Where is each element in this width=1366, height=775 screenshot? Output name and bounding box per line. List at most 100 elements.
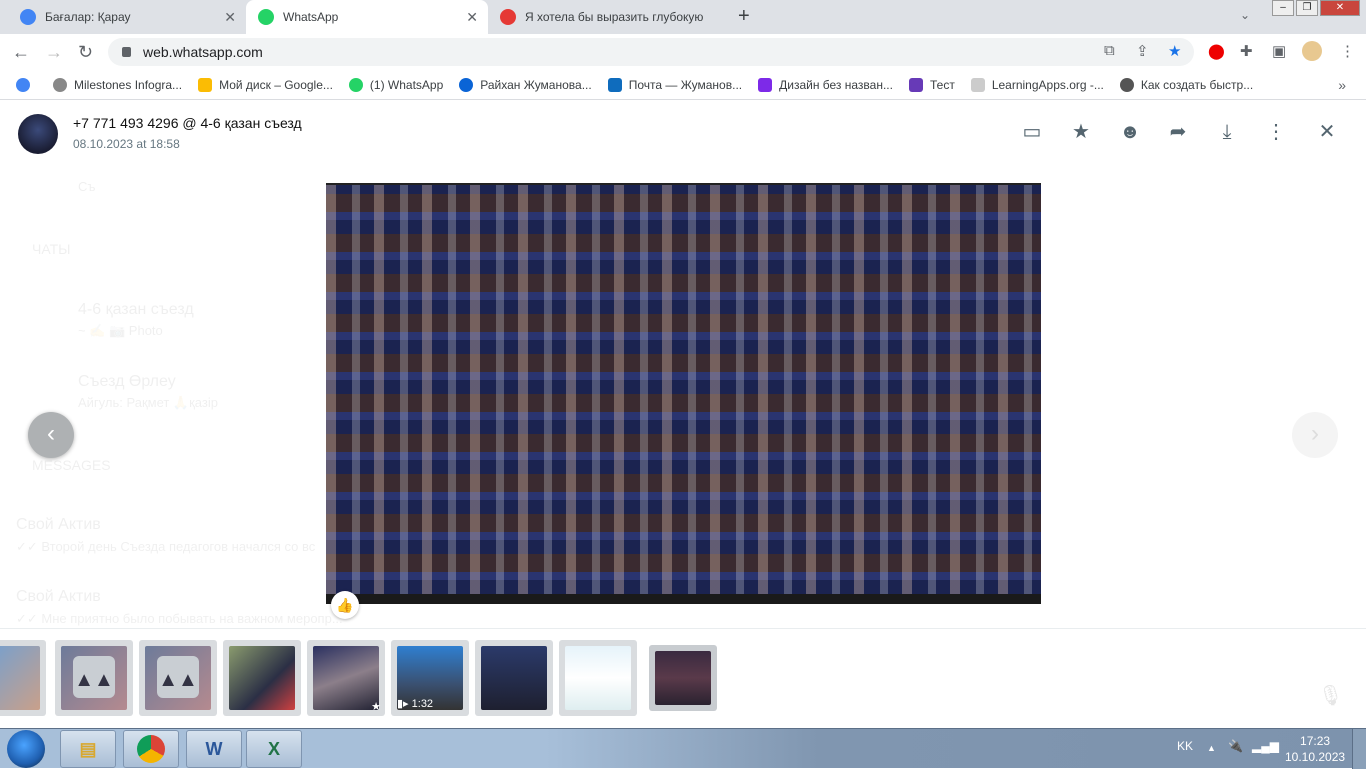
tab-bagalar[interactable]: Бағалар: Қарау ✕ — [8, 0, 246, 34]
starred-icon: ★ — [371, 701, 381, 713]
bookmark[interactable]: Milestones Infogra... — [53, 77, 183, 92]
thumbnail[interactable] — [223, 640, 301, 716]
taskbar-excel[interactable]: X — [246, 730, 302, 768]
bookmark[interactable]: Тест — [908, 77, 955, 92]
canva-icon — [758, 77, 773, 92]
reaction-badge[interactable]: 👍 — [331, 591, 359, 619]
sender-avatar[interactable] — [18, 114, 58, 154]
new-tab-button[interactable]: + — [738, 5, 750, 28]
tab-bar: Бағалар: Қарау ✕ WhatsApp ✕ Я хотела бы … — [0, 0, 1366, 34]
opera-extension-icon[interactable]: ⬤ — [1208, 42, 1225, 60]
bookmark-star-icon[interactable]: ★ — [1168, 42, 1181, 60]
restore-button[interactable]: ❐ — [1296, 0, 1318, 16]
language-indicator[interactable]: KK — [1177, 739, 1193, 753]
media-timestamp: 08.10.2023 at 18:58 — [73, 137, 180, 151]
forward-icon[interactable]: ➦ — [1166, 120, 1190, 144]
outlook-icon — [607, 77, 622, 92]
forms-icon — [908, 77, 923, 92]
clock[interactable]: 17:23 10.10.2023 — [1285, 733, 1345, 765]
network-signal-icon[interactable]: ▂▄▆ — [1252, 739, 1279, 753]
reply-icon[interactable]: ▭ — [1020, 120, 1044, 144]
bg-chat-preview: ~ ✍ 📷 Photo — [78, 323, 163, 338]
bookmark[interactable]: LearningApps.org -... — [970, 77, 1104, 92]
emoji-icon[interactable]: ☻ — [1118, 120, 1142, 144]
tab-title: Я хотела бы выразить глубокую — [525, 10, 704, 24]
bg-msg-name: Свой Актив — [16, 588, 101, 605]
image-placeholder-icon: ▲▲ — [157, 656, 199, 698]
tab-favicon — [20, 9, 36, 25]
back-icon[interactable]: ← — [12, 42, 30, 63]
star-icon[interactable]: ★ — [1069, 120, 1093, 144]
thumbnail[interactable]: ▲▲ — [139, 640, 217, 716]
media-photo — [326, 183, 1041, 604]
thumbnail[interactable] — [0, 640, 46, 716]
previous-media-button[interactable]: ‹ — [28, 412, 74, 458]
video-thumbnail[interactable]: ▮▸ 1:32 — [391, 640, 469, 716]
close-tab-icon[interactable]: ✕ — [224, 9, 236, 26]
show-hidden-icons[interactable]: ▲ — [1207, 743, 1216, 753]
forward-icon[interactable]: → — [45, 42, 63, 63]
tab-third[interactable]: Я хотела бы выразить глубокую — [488, 0, 726, 34]
bookmarks-more[interactable]: » — [1338, 77, 1346, 93]
bg-chats-header: ЧАТЫ — [32, 241, 71, 257]
bookmark-label: Дизайн без назван... — [779, 77, 893, 92]
bg-msg-text: ✓✓ Второй день Съезда педагогов начался … — [16, 539, 316, 554]
share-icon[interactable]: ⇪ — [1136, 42, 1149, 60]
bookmark-label: Как создать быстр... — [1140, 77, 1254, 92]
thumbnail[interactable]: ★ — [307, 640, 385, 716]
clock-time: 17:23 — [1300, 734, 1331, 748]
microphone-icon: 🎙 — [1318, 685, 1344, 707]
thumbnail[interactable] — [475, 640, 553, 716]
taskbar-explorer[interactable]: ▤ — [60, 730, 116, 768]
bookmark[interactable]: Мой диск – Google... — [198, 77, 333, 92]
smiley-icon — [53, 77, 67, 92]
show-desktop-button[interactable] — [1352, 729, 1366, 769]
bookmark[interactable]: Дизайн без назван... — [758, 77, 893, 92]
bg-chat-name: 4-6 қазан съезд — [78, 301, 194, 318]
chrome-menu-icon[interactable]: ⋮ — [1340, 42, 1355, 60]
thumbnail-selected[interactable] — [649, 645, 717, 711]
bookmark[interactable]: (1) WhatsApp — [348, 77, 444, 92]
minimize-button[interactable]: – — [1272, 0, 1294, 16]
bookmark-google[interactable] — [16, 77, 37, 92]
menu-icon[interactable]: ⋮ — [1264, 120, 1288, 144]
download-icon[interactable]: ⤓ — [1215, 120, 1239, 144]
tab-favicon — [500, 9, 516, 25]
tab-title: WhatsApp — [283, 10, 339, 24]
close-tab-icon[interactable]: ✕ — [466, 9, 478, 26]
bg-msg-text: ✓✓ Мне приятно было побывать на важном м… — [16, 611, 343, 626]
reload-icon[interactable]: ↻ — [78, 42, 93, 63]
close-icon[interactable]: ✕ — [1315, 120, 1339, 144]
thumbnail[interactable]: ▲▲ — [55, 640, 133, 716]
whatsapp-icon — [258, 9, 274, 25]
bookmark[interactable]: Почта — Жуманов... — [607, 77, 742, 92]
google-icon — [16, 77, 30, 92]
bg-messages-header: MESSAGES — [32, 457, 111, 473]
next-media-button[interactable]: › — [1292, 412, 1338, 458]
address-bar[interactable]: web.whatsapp.com — [108, 38, 1194, 66]
onedrive-icon — [459, 77, 474, 92]
whatsapp-icon — [348, 77, 363, 92]
globe-icon — [1119, 77, 1134, 92]
tab-whatsapp[interactable]: WhatsApp ✕ — [246, 0, 488, 34]
tab-search-icon[interactable]: ⌄ — [1240, 8, 1250, 22]
bookmark-label: (1) WhatsApp — [369, 77, 444, 92]
power-icon[interactable]: 🔌 — [1228, 739, 1243, 753]
taskbar-chrome[interactable] — [123, 730, 179, 768]
close-window-button[interactable]: ✕ — [1320, 0, 1360, 16]
bg-chat-name: Съезд Өрлеу — [78, 373, 176, 390]
side-panel-icon[interactable]: ▣ — [1272, 42, 1286, 60]
windows-taskbar: ▤ W X KK ▲ 🔌 ▂▄▆ 17:23 10.10.2023 — [0, 728, 1366, 769]
open-in-app-icon[interactable]: ⧉ — [1104, 42, 1115, 59]
bookmarks-bar: Milestones Infogra... Мой диск – Google.… — [0, 70, 1366, 100]
taskbar-word[interactable]: W — [186, 730, 242, 768]
lock-icon — [122, 47, 131, 57]
bookmark[interactable]: Как создать быстр... — [1119, 77, 1254, 92]
start-button[interactable] — [7, 730, 45, 768]
profile-avatar[interactable] — [1302, 41, 1322, 61]
google-drive-icon — [198, 77, 213, 92]
bookmark-label: Milestones Infogra... — [74, 77, 183, 92]
bookmark[interactable]: Райхан Жуманова... — [459, 77, 592, 92]
extensions-icon[interactable]: ✚ — [1240, 42, 1253, 60]
thumbnail[interactable] — [559, 640, 637, 716]
